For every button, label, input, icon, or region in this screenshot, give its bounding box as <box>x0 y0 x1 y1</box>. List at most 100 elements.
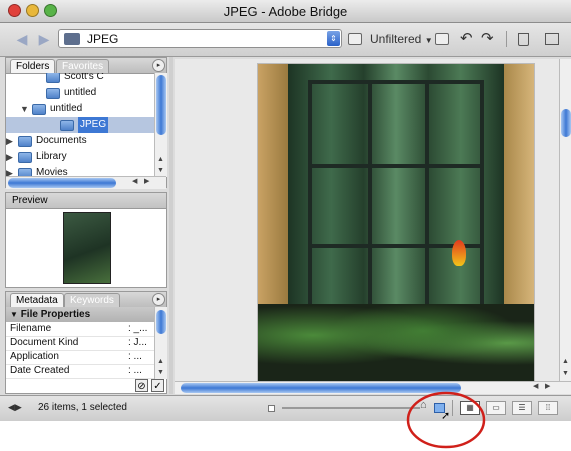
folder-icon <box>18 136 32 147</box>
rotate-left-icon[interactable]: ↶ <box>460 31 473 47</box>
filter-label: Unfiltered <box>370 32 422 46</box>
title-bar: JPEG - Adobe Bridge <box>0 0 571 23</box>
scroll-down-icon[interactable]: ▼ <box>157 369 164 376</box>
hscroll-thumb[interactable] <box>8 178 116 188</box>
path-popup[interactable]: JPEG ⇕ <box>58 29 342 48</box>
metadata-key: Date Created <box>10 365 70 376</box>
folder-icon <box>60 120 74 131</box>
scroll-up-icon[interactable]: ▲ <box>157 156 164 163</box>
scroll-down-icon[interactable]: ▼ <box>562 370 569 377</box>
compact-mode-icon[interactable] <box>545 33 559 45</box>
new-folder-icon[interactable] <box>435 33 449 45</box>
preview-thumbnail <box>63 212 111 284</box>
metadata-row: Date Created : ... <box>6 364 154 379</box>
scroll-left-icon[interactable]: ◀ <box>132 177 137 185</box>
filmstrip-view-button[interactable]: ▭ <box>486 401 506 415</box>
panel-splitter[interactable] <box>169 57 173 394</box>
bridge-window: JPEG - Adobe Bridge ◀ ▶ JPEG ⇕ Unfiltere… <box>0 0 571 422</box>
disclosure-triangle-icon: ▼ <box>10 310 18 319</box>
rotate-right-icon[interactable]: ↷ <box>481 31 494 47</box>
folder-tree-item[interactable]: ▶ Movies <box>6 165 154 176</box>
annotation-circle <box>406 391 486 449</box>
tab-favorites[interactable]: Favorites <box>56 59 110 73</box>
window-box-plants <box>258 304 534 382</box>
apply-check-icon[interactable]: ✓ <box>151 379 164 392</box>
metadata-row: Document Kind : J... <box>6 336 154 351</box>
folder-label: untitled <box>64 87 97 98</box>
scroll-right-icon[interactable]: ▶ <box>545 382 550 390</box>
preview-title: Preview <box>6 193 166 209</box>
metadata-panel: Metadata Keywords ▸ ▼ File Properties Fi… <box>5 291 167 394</box>
scroll-thumb[interactable] <box>156 310 166 334</box>
content-vscroll[interactable]: ▲ ▼ <box>559 59 571 381</box>
window-title: JPEG - Adobe Bridge <box>223 4 348 19</box>
back-arrow-icon[interactable]: ◀ <box>14 31 30 47</box>
folder-tree-item[interactable]: untitled <box>6 85 154 101</box>
file-properties-header[interactable]: ▼ File Properties <box>6 307 154 322</box>
path-label: JPEG <box>87 32 119 46</box>
metadata-value: : _... <box>128 323 148 334</box>
tab-keywords[interactable]: Keywords <box>64 293 120 307</box>
folder-label: JPEG <box>78 117 109 133</box>
scroll-thumb[interactable] <box>561 109 571 137</box>
folders-hscroll[interactable]: ◀ ▶ <box>6 176 166 189</box>
disclosure-closed-icon[interactable]: ▶ <box>6 165 13 176</box>
folder-tree-item[interactable]: Scott's C <box>6 73 154 85</box>
trash-icon[interactable] <box>518 33 529 46</box>
scroll-down-icon[interactable]: ▼ <box>157 167 164 174</box>
toolbar-divider <box>506 31 507 47</box>
folder-icon <box>18 152 32 163</box>
up-folder-icon[interactable] <box>348 33 362 45</box>
panel-menu-icon[interactable]: ▸ <box>152 293 165 306</box>
folders-panel: Folders Favorites ▸ Scott's C untitled ▼ un… <box>5 57 167 189</box>
metadata-value: : ... <box>128 351 142 362</box>
thumbnail-size-slider[interactable] <box>282 407 420 409</box>
mullion <box>368 84 372 326</box>
small-thumbnail-icon <box>268 405 275 412</box>
content-area <box>175 59 559 383</box>
window-frame <box>308 80 484 330</box>
content-hscroll[interactable]: ◀ ▶ <box>175 381 571 394</box>
status-text: 26 items, 1 selected <box>38 402 127 413</box>
folder-tree-item[interactable]: ▶ Documents <box>6 133 154 149</box>
path-popup-arrow-icon[interactable]: ⇕ <box>327 31 340 46</box>
folder-icon <box>18 168 32 176</box>
tab-folders[interactable]: Folders <box>10 59 56 73</box>
scroll-up-icon[interactable]: ▲ <box>157 358 164 365</box>
folder-tree-item[interactable]: JPEG <box>6 117 154 133</box>
metadata-value: : ... <box>128 365 142 376</box>
folder-tree-item[interactable]: ▶ Library <box>6 149 154 165</box>
folder-label: Scott's C <box>64 73 104 82</box>
tab-metadata[interactable]: Metadata <box>10 293 64 307</box>
photo-thumbnail[interactable] <box>257 63 535 383</box>
metadata-row: Application: ... <box>6 350 154 365</box>
mullion <box>425 84 429 326</box>
folder-label: Library <box>36 151 67 162</box>
versions-view-button[interactable]: ⁞⁞ <box>538 401 558 415</box>
filter-menu[interactable]: Unfiltered ▼ <box>370 31 433 47</box>
preview-panel: Preview <box>5 192 167 288</box>
disclosure-closed-icon[interactable]: ▶ <box>6 133 13 149</box>
scroll-left-icon[interactable]: ◀ <box>533 382 538 390</box>
cancel-icon[interactable]: ⊘ <box>135 379 148 392</box>
disclosure-closed-icon[interactable]: ▶ <box>6 149 13 165</box>
details-view-button[interactable]: ☰ <box>512 401 532 415</box>
folder-icon <box>46 73 60 83</box>
disclosure-open-icon[interactable]: ▼ <box>20 101 29 117</box>
folders-vscroll[interactable]: ▲ ▼ <box>154 73 167 177</box>
metadata-tab-row: Metadata Keywords ▸ <box>6 292 166 308</box>
forward-arrow-icon[interactable]: ▶ <box>36 31 52 47</box>
toggle-panels-icon[interactable]: ◀▶ <box>8 402 22 413</box>
metadata-value: : J... <box>128 337 147 348</box>
folder-tree: Scott's C untitled ▼ untitled JPEG ▶ Documents… <box>6 73 154 176</box>
scroll-right-icon[interactable]: ▶ <box>144 177 149 185</box>
folders-tab-row: Folders Favorites ▸ <box>6 58 166 74</box>
panel-menu-icon[interactable]: ▸ <box>152 59 165 72</box>
metadata-key: Document Kind <box>10 337 79 348</box>
scroll-up-icon[interactable]: ▲ <box>562 358 569 365</box>
folder-tree-item[interactable]: ▼ untitled <box>6 101 154 117</box>
metadata-rows: Filename: _... Document Kind: J... Applica… <box>6 322 154 379</box>
scroll-thumb[interactable] <box>156 75 166 135</box>
tulip-flower <box>452 240 466 266</box>
metadata-vscroll[interactable]: ▲ ▼ <box>154 307 167 379</box>
